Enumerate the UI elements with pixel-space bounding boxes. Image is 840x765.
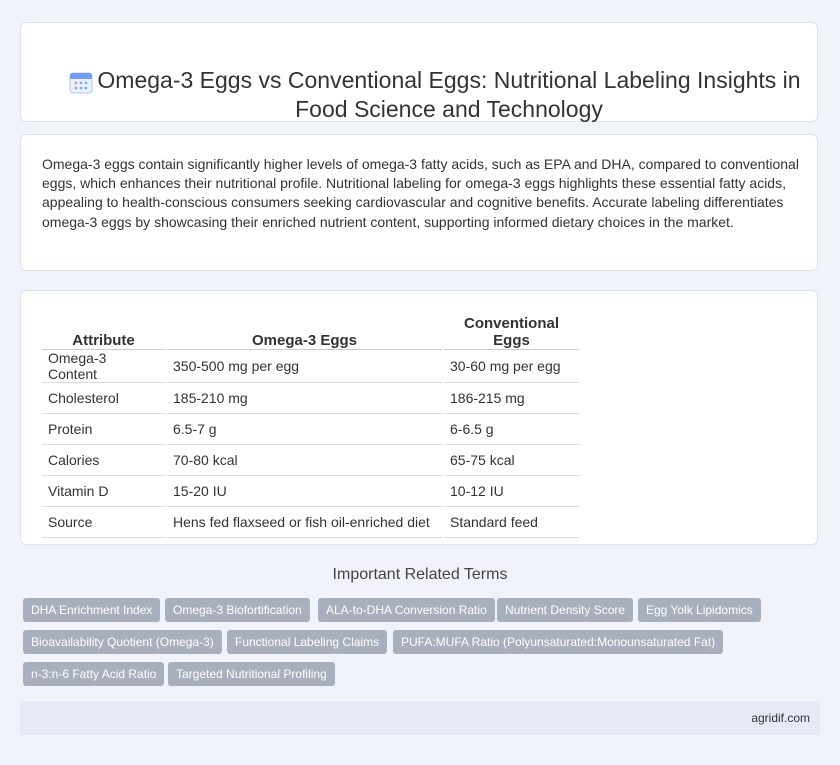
table-row: Source Hens fed flaxseed or fish oil-enr… — [42, 506, 579, 538]
related-term-tag[interactable]: Omega-3 Biofortification — [165, 598, 310, 622]
table-cell: Source — [42, 506, 166, 538]
table-cell: Hens fed flaxseed or fish oil-enriched d… — [165, 506, 443, 538]
table-row: Cholesterol 185-210 mg 186-215 mg — [42, 382, 579, 414]
column-header: Attribute — [42, 315, 166, 350]
related-term-tag[interactable]: Functional Labeling Claims — [227, 630, 388, 654]
related-terms-title: Important Related Terms — [332, 566, 508, 583]
table-cell: Vitamin D — [42, 475, 166, 507]
table-cell: 186-215 mg — [442, 382, 579, 414]
footer: agridif.com — [20, 701, 820, 735]
table-header-row: Attribute Omega-3 Eggs Conventional Eggs — [42, 315, 579, 350]
table-cell: 15-20 IU — [165, 475, 443, 507]
comparison-table: Attribute Omega-3 Eggs Conventional Eggs… — [42, 315, 579, 538]
comparison-table-card: Attribute Omega-3 Eggs Conventional Eggs… — [20, 290, 818, 545]
related-term-tag[interactable]: DHA Enrichment Index — [23, 598, 161, 622]
column-header: Conventional Eggs — [442, 315, 579, 350]
calendar-icon — [69, 70, 93, 99]
table-cell: 10-12 IU — [442, 475, 579, 507]
table-cell: Cholesterol — [42, 382, 166, 414]
column-header: Omega-3 Eggs — [165, 315, 443, 350]
table-cell: Protein — [42, 413, 166, 445]
description-card: Omega-3 eggs contain significantly highe… — [20, 134, 818, 271]
table-row: Protein 6.5-7 g 6-6.5 g — [42, 413, 579, 445]
table-cell: Omega-3 Content — [42, 349, 166, 383]
page-title: Omega-3 Eggs vs Conventional Eggs: Nutri… — [97, 67, 801, 122]
table-cell: 70-80 kcal — [165, 444, 443, 476]
title-card: Omega-3 Eggs vs Conventional Eggs: Nutri… — [20, 22, 818, 122]
table-cell: Calories — [42, 444, 166, 476]
table-cell: Standard feed — [442, 506, 579, 538]
related-term-tag[interactable]: PUFA:MUFA Ratio (Polyunsaturated:Monouns… — [393, 630, 724, 654]
table-cell: 30-60 mg per egg — [442, 349, 579, 383]
related-term-tag[interactable]: Egg Yolk Lipidomics — [638, 598, 761, 622]
related-term-tag[interactable]: n-3:n-6 Fatty Acid Ratio — [23, 662, 165, 686]
table-cell: 350-500 mg per egg — [165, 349, 443, 383]
table-cell: 6-6.5 g — [442, 413, 579, 445]
table-row: Vitamin D 15-20 IU 10-12 IU — [42, 475, 579, 507]
related-term-tag[interactable]: Bioavailability Quotient (Omega-3) — [23, 630, 222, 654]
related-term-tag[interactable]: Targeted Nutritional Profiling — [168, 662, 335, 686]
table-cell: 65-75 kcal — [442, 444, 579, 476]
description-text: Omega-3 eggs contain significantly highe… — [42, 156, 799, 230]
table-row: Omega-3 Content 350-500 mg per egg 30-60… — [42, 349, 579, 383]
related-term-tag[interactable]: ALA-to-DHA Conversion Ratio — [318, 598, 495, 622]
table-cell: 185-210 mg — [165, 382, 443, 414]
related-term-tag[interactable]: Nutrient Density Score — [497, 598, 634, 622]
table-row: Calories 70-80 kcal 65-75 kcal — [42, 444, 579, 476]
table-cell: 6.5-7 g — [165, 413, 443, 445]
footer-site-link[interactable]: agridif.com — [751, 711, 810, 725]
